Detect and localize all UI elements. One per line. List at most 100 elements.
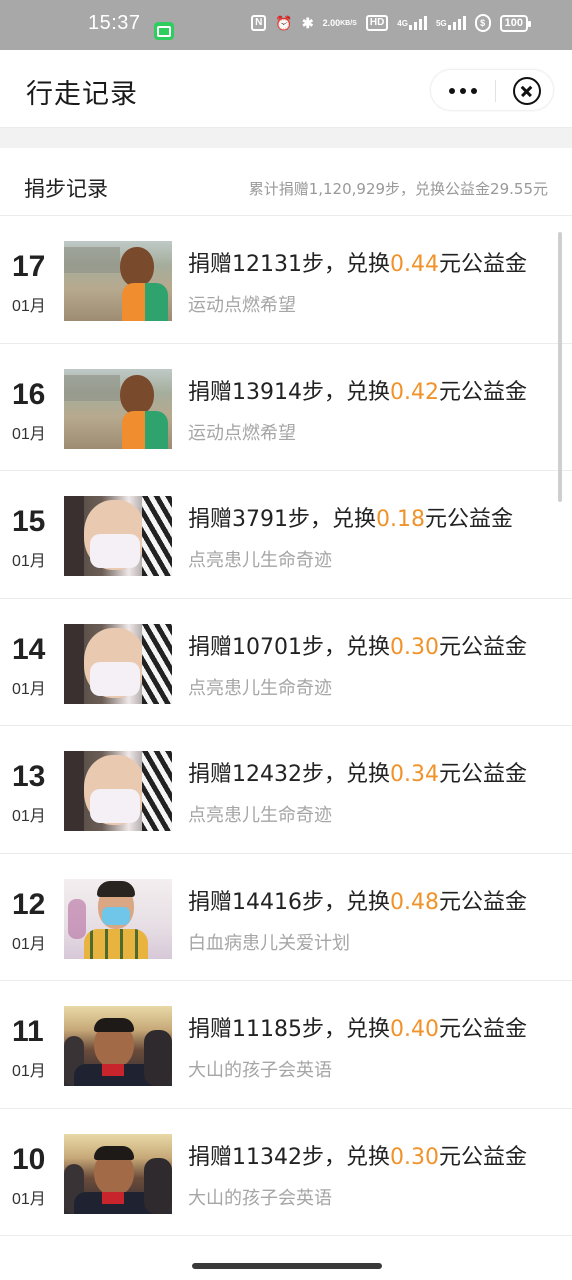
record-row[interactable]: 14 01月 捐赠10701步，兑换0.30元公益金 点亮患儿生命奇迹 [0,598,572,726]
record-text: 捐赠13914步，兑换0.42元公益金 [188,374,527,406]
donation-summary: 累计捐赠1,120,929步，兑换公益金29.55元 [248,180,548,198]
project-thumbnail [64,878,172,959]
record-text: 捐赠3791步，兑换0.18元公益金 [188,501,513,533]
page-title: 行走记录 [26,79,138,110]
record-row[interactable]: 17 01月 捐赠12131步，兑换0.44元公益金 运动点燃希望 [0,216,572,344]
project-thumbnail [64,1006,172,1086]
record-text: 捐赠11342步，兑换0.30元公益金 [188,1139,527,1171]
record-day: 14 [12,632,46,666]
record-project: 点亮患儿生命奇迹 [188,550,332,571]
record-month: 01月 [12,1063,46,1080]
record-day: 17 [12,250,46,283]
record-amount: 0.30 [390,1144,439,1170]
record-month: 01月 [12,553,46,570]
close-icon[interactable] [513,77,541,105]
record-day: 16 [12,377,46,411]
record-prefix: 捐赠11185步，兑换 [188,1017,390,1042]
record-prefix: 捐赠3791步，兑换 [188,507,376,532]
signal-4g-icon: 4G [397,16,427,30]
record-project: 大山的孩子会英语 [188,1060,332,1081]
record-amount: 0.34 [390,762,439,787]
more-dot [471,88,477,94]
record-project: 运动点燃希望 [188,295,296,316]
record-amount: 0.40 [390,1017,439,1042]
record-row[interactable]: 11 01月 捐赠11185步，兑换0.40元公益金 大山的孩子会英语 [0,981,572,1109]
record-text: 捐赠14416步，兑换0.48元公益金 [188,884,527,916]
record-day: 13 [12,760,46,793]
record-amount: 0.42 [390,379,439,405]
record-amount: 0.44 [390,252,439,277]
record-month: 01月 [12,425,46,443]
nfc-icon: N [251,15,267,31]
record-suffix: 元公益金 [438,762,527,787]
record-month: 01月 [12,935,46,953]
more-button[interactable] [431,70,495,112]
record-day: 15 [12,505,46,538]
signal-5g-icon: 5G [436,16,466,30]
record-prefix: 捐赠10701步，兑换 [188,634,390,660]
battery-icon: 100 [499,14,532,32]
record-suffix: 元公益金 [438,252,527,277]
record-project: 白血病患儿关爱计划 [188,932,350,954]
record-suffix: 元公益金 [438,1144,527,1170]
record-prefix: 捐赠11342步，兑换 [188,1144,390,1170]
record-prefix: 捐赠14416步，兑换 [188,889,390,915]
home-indicator[interactable] [192,1263,382,1269]
record-amount: 0.30 [390,634,439,660]
title-bar: 行走记录 [0,50,572,128]
mini-program-capsule [430,69,554,111]
chat-app-icon [154,22,174,40]
record-project: 运动点燃希望 [188,422,296,444]
scrollbar[interactable] [558,232,562,502]
record-suffix: 元公益金 [438,379,527,405]
project-thumbnail [64,368,172,449]
record-text: 捐赠12432步，兑换0.34元公益金 [188,756,527,788]
capsule-divider [495,80,496,102]
record-text: 捐赠11185步，兑换0.40元公益金 [188,1011,527,1043]
record-month: 01月 [12,1190,46,1208]
bluetooth-icon: ✱ [301,14,314,31]
project-thumbnail [64,623,172,704]
more-dot [460,88,466,94]
alarm-icon: ⏰ [275,14,293,31]
section-title: 捐步记录 [24,177,108,201]
signal-5g-label: 5G [435,18,447,28]
project-thumbnail [64,241,172,321]
record-suffix: 元公益金 [438,1017,527,1042]
record-prefix: 捐赠13914步，兑换 [188,379,390,405]
signal-4g-label: 4G [397,18,408,28]
record-day: 10 [12,1142,46,1176]
record-project: 大山的孩子会英语 [188,1187,332,1209]
net-speed-value: 2.00 [322,17,341,28]
project-thumbnail [64,496,172,576]
record-suffix: 元公益金 [438,634,527,660]
record-row[interactable]: 12 01月 捐赠14416步，兑换0.48元公益金 白血病患儿关爱计划 [0,853,572,981]
record-day: 12 [12,887,46,921]
section-gap [0,128,572,148]
donation-record-list: 17 01月 捐赠12131步，兑换0.44元公益金 运动点燃希望 16 01月… [0,216,572,1236]
status-icons: N ⏰ ✱ 2.00 KB/S HD 4G 5G $ 100 [251,14,532,32]
record-row[interactable]: 10 01月 捐赠11342步，兑换0.30元公益金 大山的孩子会英语 [0,1108,572,1236]
net-speed: 2.00 KB/S [322,17,357,28]
record-prefix: 捐赠12131步，兑换 [188,252,390,277]
record-amount: 0.48 [390,889,439,915]
shield-icon: $ [474,14,491,32]
record-row[interactable]: 16 01月 捐赠13914步，兑换0.42元公益金 运动点燃希望 [0,343,572,471]
project-thumbnail [64,751,172,831]
record-project: 点亮患儿生命奇迹 [188,677,332,699]
record-row[interactable]: 13 01月 捐赠12432步，兑换0.34元公益金 点亮患儿生命奇迹 [0,726,572,854]
hd-icon: HD [365,15,389,31]
record-day: 11 [12,1015,44,1048]
net-speed-unit: KB/S [340,19,357,27]
record-month: 01月 [12,298,46,315]
project-thumbnail [64,1133,172,1214]
record-project: 点亮患儿生命奇迹 [188,805,332,826]
record-month: 01月 [12,808,46,825]
record-row[interactable]: 15 01月 捐赠3791步，兑换0.18元公益金 点亮患儿生命奇迹 [0,471,572,599]
record-text: 捐赠12131步，兑换0.44元公益金 [188,246,527,278]
record-suffix: 元公益金 [438,889,527,915]
status-time: 15:37 [88,12,141,34]
record-month: 01月 [12,680,46,698]
record-amount: 0.18 [376,507,425,532]
status-bar: 15:37 N ⏰ ✱ 2.00 KB/S HD 4G 5G $ 100 [0,0,572,50]
